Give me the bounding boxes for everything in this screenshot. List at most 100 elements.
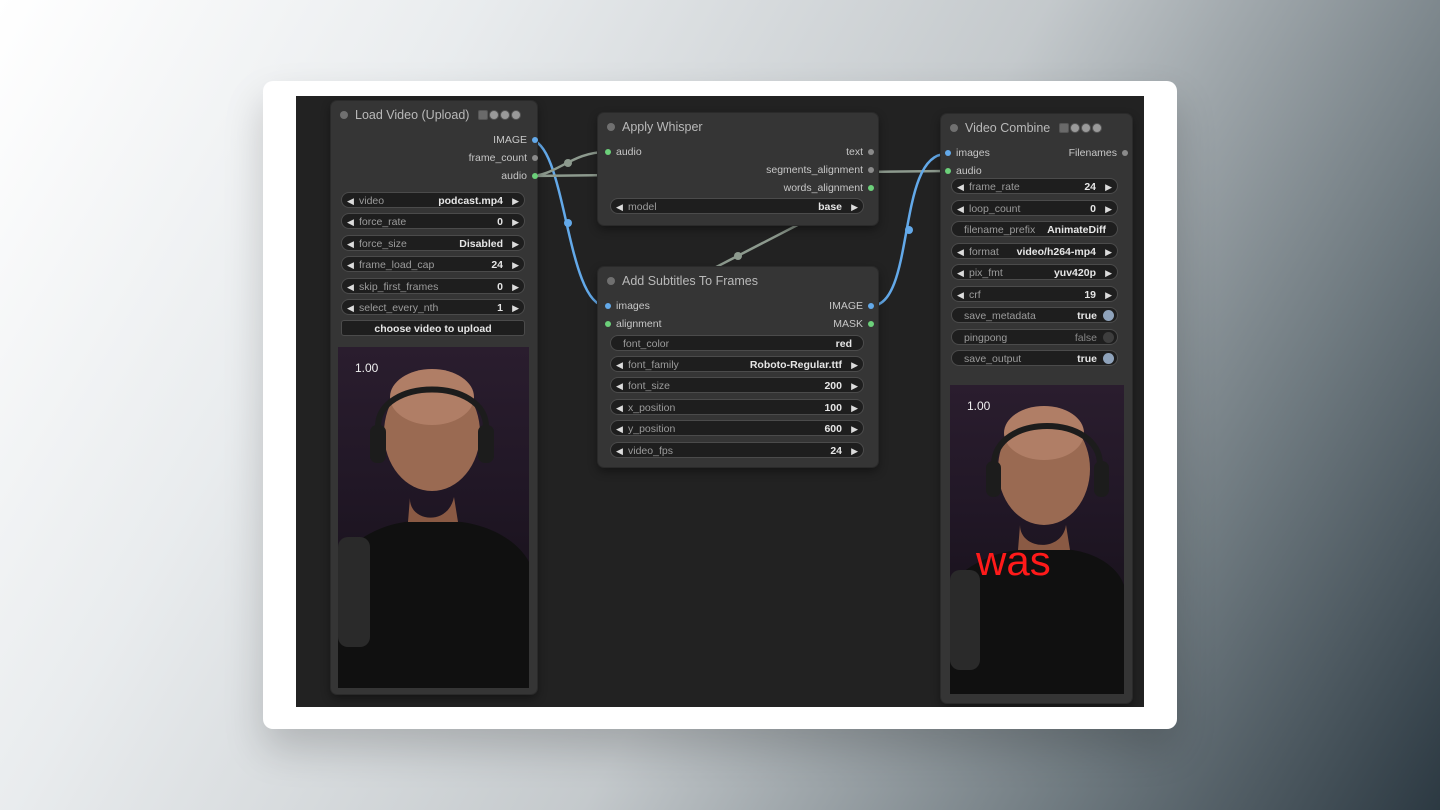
toggle-knob-icon[interactable]	[1103, 310, 1114, 321]
widget-video[interactable]: ◀ video podcast.mp4 ▶	[341, 192, 525, 208]
input-images[interactable]: images	[605, 299, 650, 313]
widget-force-rate[interactable]: ◀ force_rate 0 ▶	[341, 213, 525, 229]
increment-arrow-icon[interactable]: ▶	[851, 400, 858, 416]
widget-pix-fmt[interactable]: ◀ pix_fmt yuv420p ▶	[951, 264, 1118, 280]
widget-skip-first-frames[interactable]: ◀ skip_first_frames 0 ▶	[341, 278, 525, 294]
widget-model[interactable]: ◀ model base ▶	[610, 198, 864, 214]
widget-y-position[interactable]: ◀ y_position 600 ▶	[610, 420, 864, 436]
increment-arrow-icon[interactable]: ▶	[851, 421, 858, 437]
decrement-arrow-icon[interactable]: ◀	[347, 214, 354, 230]
widget-filename-prefix[interactable]: filename_prefix AnimateDiff	[951, 221, 1118, 237]
increment-arrow-icon[interactable]: ▶	[1105, 287, 1112, 303]
toggle-save-metadata[interactable]: save_metadata true	[951, 307, 1118, 323]
widget-frame-load-cap[interactable]: ◀ frame_load_cap 24 ▶	[341, 256, 525, 272]
output-frame-count[interactable]: frame_count	[469, 151, 538, 165]
widget-loop-count[interactable]: ◀ loop_count 0 ▶	[951, 200, 1118, 216]
output-audio[interactable]: audio	[501, 169, 538, 183]
increment-arrow-icon[interactable]: ▶	[512, 193, 519, 209]
input-dot-icon[interactable]	[605, 321, 611, 327]
node-title-bar[interactable]: Add Subtitles To Frames	[598, 267, 878, 295]
decrement-arrow-icon[interactable]: ◀	[957, 265, 964, 281]
input-alignment[interactable]: alignment	[605, 317, 662, 331]
widget-font-family[interactable]: ◀ font_family Roboto-Regular.ttf ▶	[610, 356, 864, 372]
increment-arrow-icon[interactable]: ▶	[512, 300, 519, 316]
increment-arrow-icon[interactable]: ▶	[512, 236, 519, 252]
toggle-knob-icon[interactable]	[1103, 353, 1114, 364]
load-video-node[interactable]: Load Video (Upload) IMAGE frame_count au…	[331, 101, 538, 694]
decrement-arrow-icon[interactable]: ◀	[347, 257, 354, 273]
output-video-preview[interactable]: 1.00 was	[950, 385, 1124, 694]
increment-arrow-icon[interactable]: ▶	[1105, 244, 1112, 260]
collapse-dot-icon[interactable]	[950, 124, 958, 132]
widget-crf[interactable]: ◀ crf 19 ▶	[951, 286, 1118, 302]
increment-arrow-icon[interactable]: ▶	[1105, 265, 1112, 281]
decrement-arrow-icon[interactable]: ◀	[616, 421, 623, 437]
decrement-arrow-icon[interactable]: ◀	[616, 443, 623, 459]
output-image[interactable]: IMAGE	[829, 299, 874, 313]
collapse-dot-icon[interactable]	[607, 123, 615, 131]
widget-font-color[interactable]: font_color red	[610, 335, 864, 351]
input-dot-icon[interactable]	[605, 149, 611, 155]
decrement-arrow-icon[interactable]: ◀	[347, 193, 354, 209]
decrement-arrow-icon[interactable]: ◀	[347, 300, 354, 316]
output-dot-icon[interactable]	[532, 137, 538, 143]
widget-x-position[interactable]: ◀ x_position 100 ▶	[610, 399, 864, 415]
decrement-arrow-icon[interactable]: ◀	[616, 400, 623, 416]
output-dot-icon[interactable]	[868, 303, 874, 309]
video-combine-node[interactable]: Video Combine images audio Filenames ◀ fr…	[941, 114, 1132, 703]
output-words-alignment[interactable]: words_alignment	[784, 181, 874, 195]
decrement-arrow-icon[interactable]: ◀	[616, 199, 623, 215]
collapse-dot-icon[interactable]	[607, 277, 615, 285]
node-title-bar[interactable]: Apply Whisper	[598, 113, 878, 141]
widget-select-every-nth[interactable]: ◀ select_every_nth 1 ▶	[341, 299, 525, 315]
increment-arrow-icon[interactable]: ▶	[512, 279, 519, 295]
output-segments-alignment[interactable]: segments_alignment	[766, 163, 874, 177]
toggle-save-output[interactable]: save_output true	[951, 350, 1118, 366]
decrement-arrow-icon[interactable]: ◀	[616, 378, 623, 394]
increment-arrow-icon[interactable]: ▶	[851, 378, 858, 394]
decrement-arrow-icon[interactable]: ◀	[616, 357, 623, 373]
choose-video-upload-button[interactable]: choose video to upload	[341, 320, 525, 336]
increment-arrow-icon[interactable]: ▶	[1105, 201, 1112, 217]
input-dot-icon[interactable]	[945, 150, 951, 156]
decrement-arrow-icon[interactable]: ◀	[957, 201, 964, 217]
decrement-arrow-icon[interactable]: ◀	[957, 287, 964, 303]
widget-font-size[interactable]: ◀ font_size 200 ▶	[610, 377, 864, 393]
input-audio[interactable]: audio	[945, 164, 982, 178]
decrement-arrow-icon[interactable]: ◀	[957, 244, 964, 260]
output-dot-icon[interactable]	[532, 155, 538, 161]
widget-format[interactable]: ◀ format video/h264-mp4 ▶	[951, 243, 1118, 259]
decrement-arrow-icon[interactable]: ◀	[347, 279, 354, 295]
node-title-bar[interactable]: Load Video (Upload)	[331, 101, 537, 129]
input-images[interactable]: images	[945, 146, 990, 160]
toggle-pingpong[interactable]: pingpong false	[951, 329, 1118, 345]
output-dot-icon[interactable]	[868, 321, 874, 327]
increment-arrow-icon[interactable]: ▶	[851, 357, 858, 373]
increment-arrow-icon[interactable]: ▶	[851, 443, 858, 459]
output-image[interactable]: IMAGE	[493, 133, 538, 147]
output-mask[interactable]: MASK	[833, 317, 874, 331]
output-dot-icon[interactable]	[868, 167, 874, 173]
apply-whisper-node[interactable]: Apply Whisper audio text segments_alignm…	[598, 113, 878, 225]
decrement-arrow-icon[interactable]: ◀	[347, 236, 354, 252]
output-dot-icon[interactable]	[532, 173, 538, 179]
output-dot-icon[interactable]	[1122, 150, 1128, 156]
add-subtitles-node[interactable]: Add Subtitles To Frames images alignment…	[598, 267, 878, 467]
widget-frame-rate[interactable]: ◀ frame_rate 24 ▶	[951, 178, 1118, 194]
widget-force-size[interactable]: ◀ force_size Disabled ▶	[341, 235, 525, 251]
toggle-knob-icon[interactable]	[1103, 332, 1114, 343]
video-preview[interactable]: 1.00	[338, 347, 529, 688]
output-filenames[interactable]: Filenames	[1069, 146, 1128, 160]
output-text[interactable]: text	[846, 145, 874, 159]
increment-arrow-icon[interactable]: ▶	[512, 214, 519, 230]
increment-arrow-icon[interactable]: ▶	[512, 257, 519, 273]
collapse-dot-icon[interactable]	[340, 111, 348, 119]
increment-arrow-icon[interactable]: ▶	[851, 199, 858, 215]
node-graph-canvas[interactable]: Load Video (Upload) IMAGE frame_count au…	[296, 96, 1144, 707]
widget-video-fps[interactable]: ◀ video_fps 24 ▶	[610, 442, 864, 458]
output-dot-icon[interactable]	[868, 149, 874, 155]
input-audio[interactable]: audio	[605, 145, 642, 159]
increment-arrow-icon[interactable]: ▶	[1105, 179, 1112, 195]
node-title-bar[interactable]: Video Combine	[941, 114, 1132, 142]
decrement-arrow-icon[interactable]: ◀	[957, 179, 964, 195]
